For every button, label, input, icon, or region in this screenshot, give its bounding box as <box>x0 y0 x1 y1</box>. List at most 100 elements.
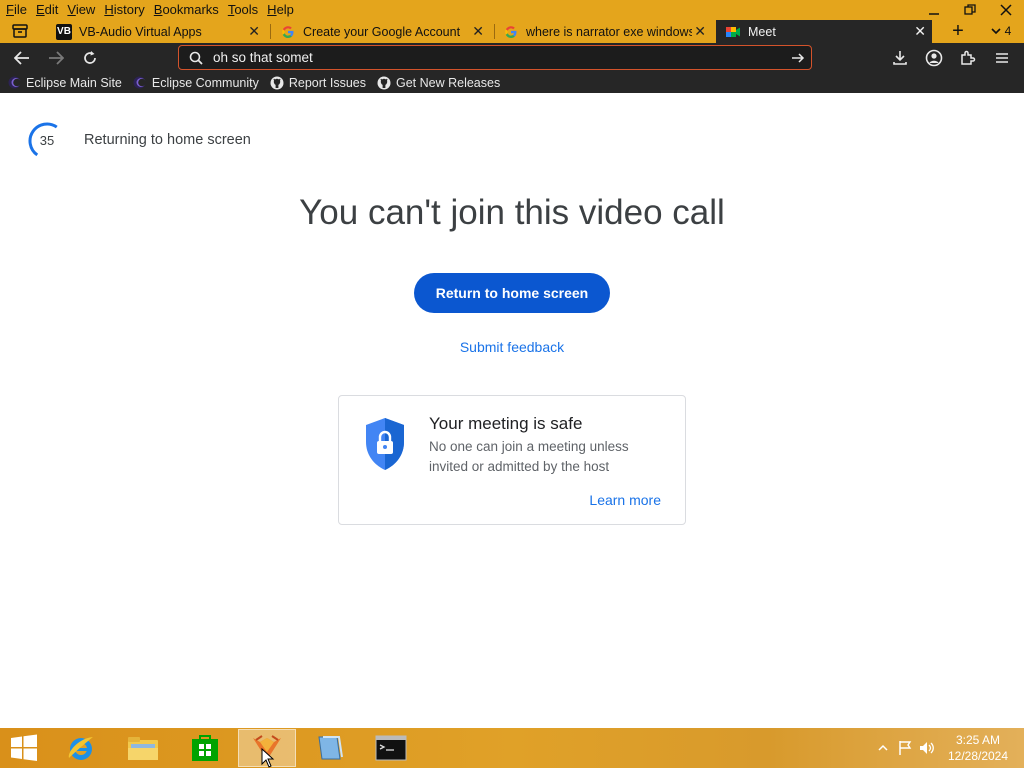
menu-view[interactable]: View <box>67 0 95 20</box>
shield-lock-icon <box>366 418 404 470</box>
start-button[interactable] <box>0 729 48 767</box>
tab-title: Meet <box>748 24 776 39</box>
extensions-button[interactable] <box>956 47 980 69</box>
system-clock[interactable]: 3:25 AM 12/28/2024 <box>938 732 1018 764</box>
folder-icon <box>128 737 158 760</box>
windows-logo-icon <box>11 734 37 761</box>
card-description: No one can join a meeting unless invited… <box>429 439 629 474</box>
tab-close-icon[interactable]: ✕ <box>472 23 484 40</box>
tab-close-icon[interactable]: ✕ <box>694 23 706 40</box>
tab-list-button[interactable]: 4 <box>984 20 1018 42</box>
address-input[interactable] <box>213 50 785 65</box>
account-button[interactable] <box>922 47 946 69</box>
chevron-up-icon <box>878 744 888 751</box>
menu-help[interactable]: Help <box>267 0 294 20</box>
tab-bar: VB VB-Audio Virtual Apps ✕ Create your G… <box>0 20 1024 43</box>
restore-button[interactable] <box>952 0 988 20</box>
taskbar-firefox[interactable] <box>238 729 296 768</box>
address-bar[interactable] <box>178 45 812 70</box>
speaker-icon <box>920 742 934 754</box>
navigation-toolbar <box>0 43 1024 72</box>
bookmark-eclipse-main-site[interactable]: Eclipse Main Site <box>7 76 122 90</box>
mouse-cursor-icon <box>261 748 275 768</box>
downloads-button[interactable] <box>888 47 912 69</box>
puzzle-icon <box>961 50 976 65</box>
close-window-button[interactable] <box>988 0 1024 20</box>
tab-vb-audio[interactable]: VB VB-Audio Virtual Apps ✕ <box>56 20 266 43</box>
bookmark-eclipse-community[interactable]: Eclipse Community <box>133 76 259 90</box>
close-icon <box>1000 4 1012 16</box>
tab-meet[interactable]: Meet ✕ <box>716 20 932 43</box>
menu-history[interactable]: History <box>104 0 144 20</box>
vb-audio-icon: VB <box>56 23 72 40</box>
window-controls <box>916 0 1024 20</box>
tab-separator <box>494 24 495 39</box>
tab-close-icon[interactable]: ✕ <box>914 23 926 40</box>
forward-button[interactable] <box>44 47 68 69</box>
menu-bookmarks[interactable]: Bookmarks <box>154 0 219 20</box>
windows-taskbar: 3:25 AM 12/28/2024 <box>0 728 1024 768</box>
google-icon <box>280 24 296 40</box>
taskbar-store[interactable] <box>176 729 234 767</box>
system-tray: 3:25 AM 12/28/2024 <box>872 728 1024 768</box>
search-icon <box>179 51 213 65</box>
return-to-home-button[interactable]: Return to home screen <box>414 273 610 313</box>
menu-edit[interactable]: Edit <box>36 0 58 20</box>
github-icon <box>377 76 391 90</box>
taskbar-internet-explorer[interactable] <box>52 729 110 767</box>
page-title: You can't join this video call <box>299 193 725 232</box>
card-title: Your meeting is safe <box>429 414 583 433</box>
bookmarks-toolbar: Eclipse Main Site Eclipse Community Repo… <box>0 72 1024 93</box>
command-prompt-icon <box>375 735 407 761</box>
tab-separator <box>270 24 271 39</box>
submit-feedback-link[interactable]: Submit feedback <box>0 339 1024 355</box>
github-icon <box>270 76 284 90</box>
go-arrow-icon[interactable] <box>785 52 811 64</box>
download-icon <box>893 51 907 65</box>
chevron-down-icon <box>991 24 1001 38</box>
bookmark-get-new-releases[interactable]: Get New Releases <box>377 76 500 90</box>
tab-title: Create your Google Account <box>303 24 461 39</box>
tab-close-icon[interactable]: ✕ <box>248 23 260 40</box>
eclipse-icon <box>7 76 21 90</box>
clock-time: 3:25 AM <box>955 733 1001 747</box>
action-center-button[interactable] <box>894 737 916 759</box>
show-hidden-icons-button[interactable] <box>872 737 894 759</box>
tab-narrator-search[interactable]: where is narrator exe windows - ✕ <box>503 20 712 43</box>
back-button[interactable] <box>10 47 34 69</box>
meeting-safe-card: Your meeting is safe No one can join a m… <box>338 395 686 525</box>
restore-icon <box>964 4 976 15</box>
taskbar-file-explorer[interactable] <box>114 729 172 767</box>
meet-icon <box>725 24 741 40</box>
tab-google-account[interactable]: Create your Google Account ✕ <box>280 20 490 43</box>
taskbar-notepad-app[interactable] <box>300 729 358 767</box>
minimize-button[interactable] <box>916 0 952 20</box>
account-icon <box>925 49 943 67</box>
bookmark-report-issues[interactable]: Report Issues <box>270 76 366 90</box>
tab-count: 4 <box>1004 24 1012 38</box>
store-icon <box>192 735 218 761</box>
internet-explorer-icon <box>68 737 93 760</box>
app-menu-button[interactable] <box>990 47 1014 69</box>
new-tab-button[interactable]: + <box>946 20 970 42</box>
browser-chrome: File Edit View History Bookmarks Tools H… <box>0 0 1024 93</box>
minimize-icon <box>929 13 939 15</box>
back-arrow-icon <box>14 51 29 65</box>
notepad-icon <box>318 736 343 760</box>
plus-icon: + <box>952 19 964 42</box>
menu-tools[interactable]: Tools <box>228 0 258 20</box>
tab-title: where is narrator exe windows - <box>526 24 692 39</box>
reload-button[interactable] <box>78 47 102 69</box>
countdown-value: 35 <box>39 133 55 148</box>
flag-icon <box>899 741 912 755</box>
bookmark-label: Eclipse Community <box>151 75 259 90</box>
taskbar-command-prompt[interactable] <box>362 729 420 767</box>
volume-button[interactable] <box>916 737 938 759</box>
learn-more-link[interactable]: Learn more <box>589 492 661 508</box>
menu-file[interactable]: File <box>6 0 27 20</box>
meet-page: 35 Returning to home screen You can't jo… <box>0 93 1024 728</box>
eclipse-icon <box>133 76 147 90</box>
bookmark-label: Report Issues <box>288 75 366 90</box>
archive-icon <box>12 24 28 38</box>
tab-manager-button[interactable] <box>8 20 32 42</box>
